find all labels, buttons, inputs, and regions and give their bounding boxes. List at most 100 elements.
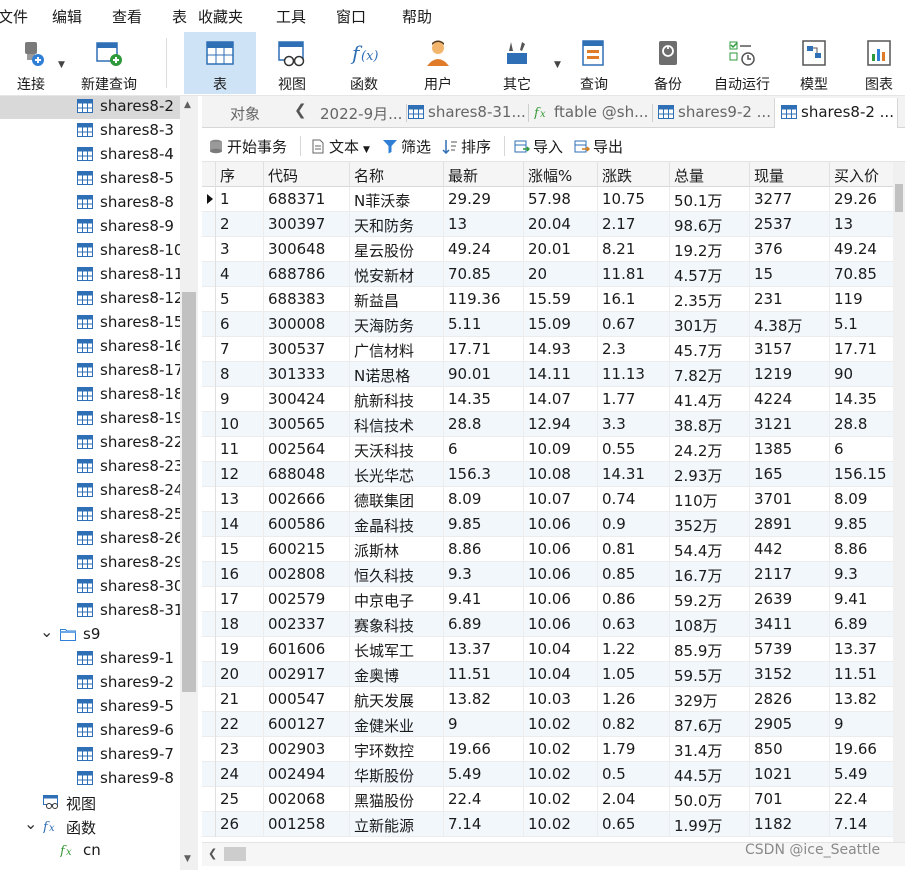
- table-cell[interactable]: 1.77: [598, 387, 670, 412]
- table-cell[interactable]: 156.3: [444, 462, 524, 487]
- tree-item-table[interactable]: shares8-11: [0, 263, 183, 287]
- tree-item-function[interactable]: f x cn: [0, 839, 180, 863]
- table-cell[interactable]: 1385: [750, 437, 830, 462]
- tree-item-table[interactable]: shares8-5: [0, 167, 180, 191]
- table-cell[interactable]: 21: [216, 687, 264, 712]
- tab-document[interactable]: shares8-31...: [402, 98, 528, 128]
- table-row[interactable]: 18 002337 赛象科技 6.89 10.06 0.63 108万 3411 6.89: [202, 612, 905, 637]
- toolbar-user-button[interactable]: 用户: [400, 32, 476, 94]
- table-cell[interactable]: 华斯股份: [350, 762, 444, 787]
- table-cell[interactable]: 50.0万: [670, 787, 750, 812]
- table-cell[interactable]: N菲沃泰: [350, 187, 444, 212]
- table-cell[interactable]: 14.07: [524, 387, 598, 412]
- table-cell[interactable]: 10.03: [524, 687, 598, 712]
- table-cell[interactable]: 10.09: [524, 437, 598, 462]
- table-cell[interactable]: 10.06: [524, 512, 598, 537]
- table-cell[interactable]: 3411: [750, 612, 830, 637]
- table-cell[interactable]: 派斯林: [350, 537, 444, 562]
- table-cell[interactable]: 10.02: [524, 762, 598, 787]
- tab-document[interactable]: f x ftable @sh...: [528, 98, 652, 128]
- tree-item-table[interactable]: shares8-31: [0, 599, 183, 623]
- menu-item[interactable]: 工具: [276, 6, 306, 27]
- table-cell[interactable]: 2905: [750, 712, 830, 737]
- table-cell[interactable]: 57.98: [524, 187, 598, 212]
- table-cell[interactable]: 300424: [264, 387, 350, 412]
- row-marker[interactable]: [202, 212, 216, 237]
- table-cell[interactable]: 31.4万: [670, 737, 750, 762]
- table-cell[interactable]: 19.66: [444, 737, 524, 762]
- tree-item-table[interactable]: shares9-1: [0, 647, 180, 671]
- table-cell[interactable]: 701: [750, 787, 830, 812]
- table-cell[interactable]: 8.21: [598, 237, 670, 262]
- table-cell[interactable]: 20: [216, 662, 264, 687]
- table-cell[interactable]: 45.7万: [670, 337, 750, 362]
- table-cell[interactable]: 20.04: [524, 212, 598, 237]
- table-cell[interactable]: 10.04: [524, 637, 598, 662]
- table-cell[interactable]: 10.75: [598, 187, 670, 212]
- table-cell[interactable]: 4224: [750, 387, 830, 412]
- tree-item-table[interactable]: shares8-18: [0, 383, 183, 407]
- table-cell[interactable]: 金晶科技: [350, 512, 444, 537]
- table-cell[interactable]: 300648: [264, 237, 350, 262]
- row-marker[interactable]: [202, 812, 216, 837]
- table-cell[interactable]: 2826: [750, 687, 830, 712]
- table-cell[interactable]: 231: [750, 287, 830, 312]
- table-cell[interactable]: 002666: [264, 487, 350, 512]
- table-cell[interactable]: 天沃科技: [350, 437, 444, 462]
- table-row[interactable]: 25 002068 黑猫股份 22.4 10.02 2.04 50.0万 701 22.4: [202, 787, 905, 812]
- table-cell[interactable]: 15.59: [524, 287, 598, 312]
- table-cell[interactable]: 立新能源: [350, 812, 444, 837]
- table-cell[interactable]: 0.63: [598, 612, 670, 637]
- tree-item-table[interactable]: shares8-2: [0, 96, 180, 119]
- table-cell[interactable]: 10.08: [524, 462, 598, 487]
- row-marker[interactable]: [202, 487, 216, 512]
- table-cell[interactable]: 8.86: [444, 537, 524, 562]
- table-cell[interactable]: 3157: [750, 337, 830, 362]
- tree-item-table[interactable]: shares8-10: [0, 239, 183, 263]
- export-button[interactable]: 导出: [574, 136, 623, 157]
- table-cell[interactable]: 9: [216, 387, 264, 412]
- table-cell[interactable]: 300565: [264, 412, 350, 437]
- table-cell[interactable]: 300008: [264, 312, 350, 337]
- tree-item-table[interactable]: shares8-8: [0, 191, 180, 215]
- tree-item-table[interactable]: shares8-12: [0, 287, 183, 311]
- tab-objects[interactable]: 对象: [230, 98, 260, 128]
- table-cell[interactable]: 688048: [264, 462, 350, 487]
- table-cell[interactable]: 航新科技: [350, 387, 444, 412]
- scrollbar-thumb[interactable]: [895, 184, 903, 212]
- table-cell[interactable]: 10.02: [524, 737, 598, 762]
- tree-item-table[interactable]: shares8-3: [0, 119, 180, 143]
- table-cell[interactable]: 688371: [264, 187, 350, 212]
- toolbar-table-button[interactable]: 表: [184, 32, 256, 94]
- tree-item-table[interactable]: shares9-6: [0, 719, 180, 743]
- table-cell[interactable]: 002564: [264, 437, 350, 462]
- table-cell[interactable]: 10.02: [524, 787, 598, 812]
- menu-item[interactable]: 收藏夹: [198, 6, 243, 27]
- table-cell[interactable]: 49.24: [444, 237, 524, 262]
- table-cell[interactable]: 1021: [750, 762, 830, 787]
- table-row[interactable]: 9 300424 航新科技 14.35 14.07 1.77 41.4万 4224 14.35: [202, 387, 905, 412]
- table-cell[interactable]: 600586: [264, 512, 350, 537]
- table-cell[interactable]: 宇环数控: [350, 737, 444, 762]
- toolbar-view-button[interactable]: 视图: [256, 32, 328, 94]
- tree-item-table[interactable]: shares8-9: [0, 215, 180, 239]
- column-header[interactable]: 涨跌: [598, 162, 670, 187]
- tree-item-table[interactable]: shares8-4: [0, 143, 180, 167]
- table-cell[interactable]: 110万: [670, 487, 750, 512]
- table-row[interactable]: 14 600586 金晶科技 9.85 10.06 0.9 352万 2891 9.85: [202, 512, 905, 537]
- row-marker[interactable]: [202, 537, 216, 562]
- table-cell[interactable]: 23: [216, 737, 264, 762]
- table-row[interactable]: 22 600127 金健米业 9 10.02 0.82 87.6万 2905 9: [202, 712, 905, 737]
- table-cell[interactable]: 9.85: [444, 512, 524, 537]
- table-cell[interactable]: 44.5万: [670, 762, 750, 787]
- table-cell[interactable]: 0.85: [598, 562, 670, 587]
- table-cell[interactable]: 15: [750, 262, 830, 287]
- table-cell[interactable]: 13.37: [444, 637, 524, 662]
- row-marker[interactable]: [202, 737, 216, 762]
- table-cell[interactable]: 11.81: [598, 262, 670, 287]
- column-header[interactable]: 总量: [670, 162, 750, 187]
- row-marker[interactable]: [202, 187, 216, 212]
- row-marker[interactable]: [202, 387, 216, 412]
- table-cell[interactable]: 8.09: [444, 487, 524, 512]
- table-cell[interactable]: 3.3: [598, 412, 670, 437]
